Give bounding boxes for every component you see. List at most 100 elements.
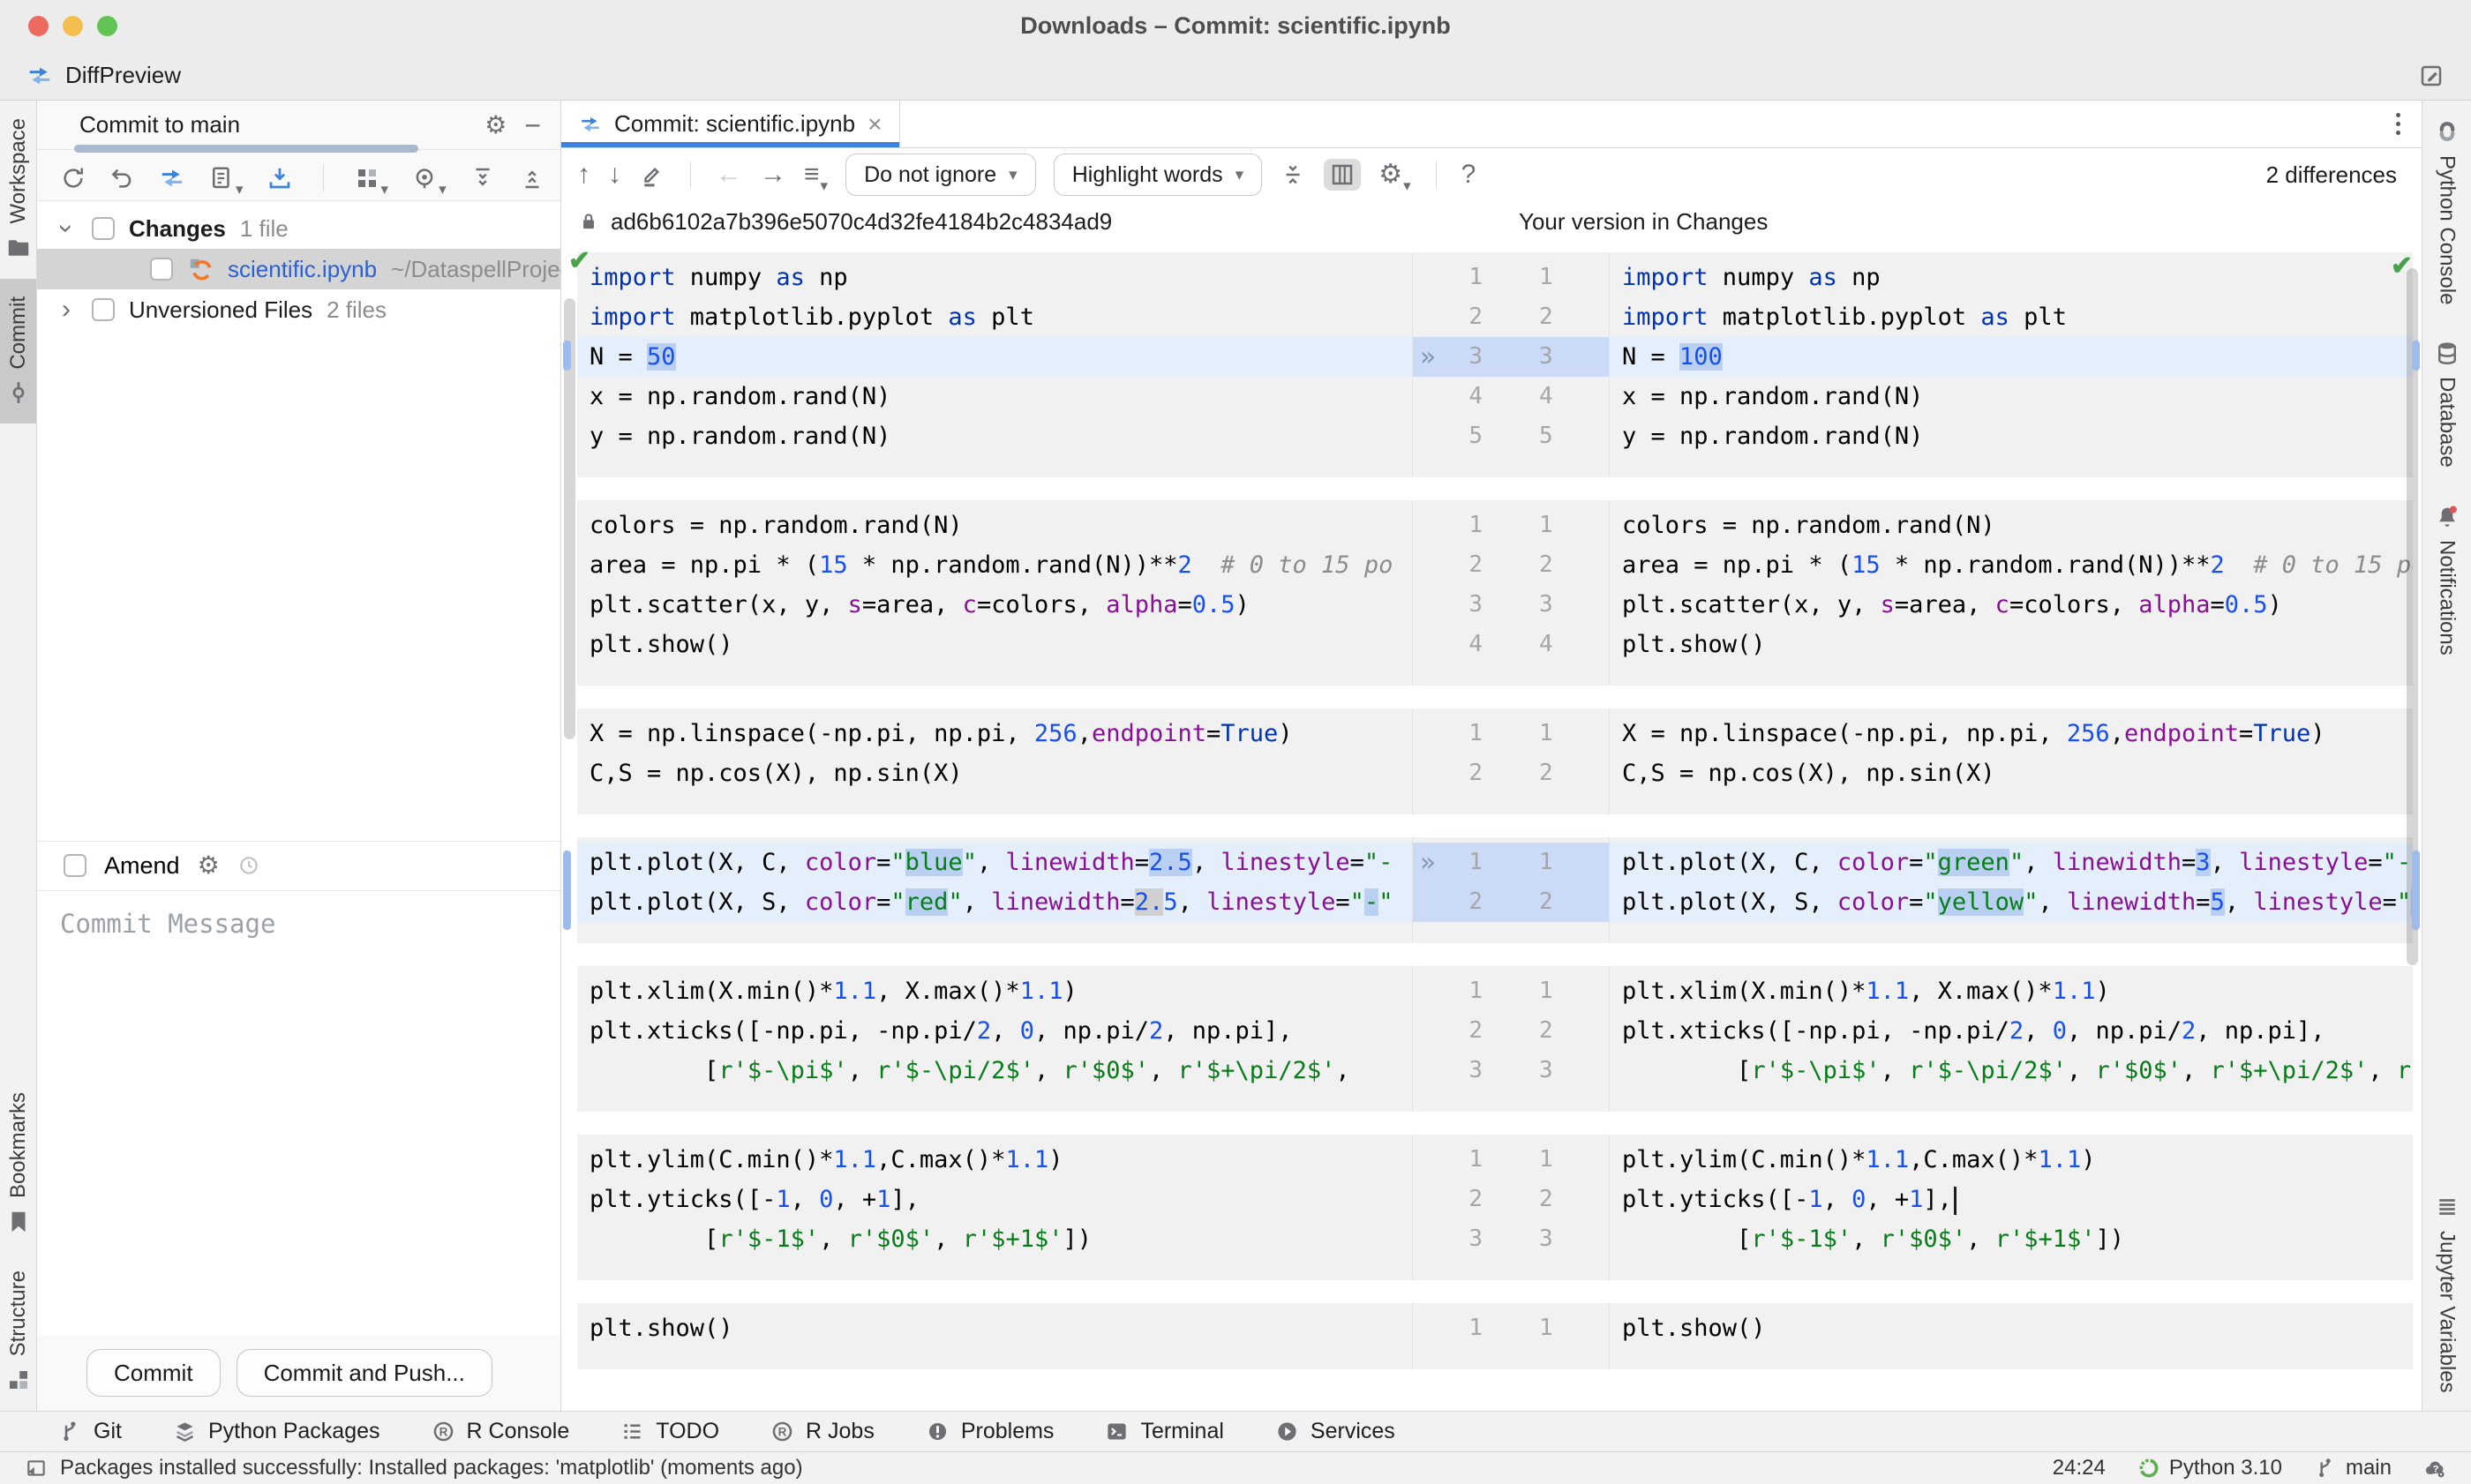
- code-line[interactable]: import matplotlib.pyplot as plt: [1610, 297, 2413, 337]
- edit-window-icon[interactable]: [2418, 63, 2445, 89]
- unversioned-checkbox[interactable]: [92, 298, 115, 321]
- rollback-icon[interactable]: [109, 165, 136, 191]
- minimize-window-button[interactable]: [63, 16, 83, 36]
- tool-tab-workspace[interactable]: Workspace: [0, 101, 36, 279]
- tool-tab-notifications[interactable]: Notifications: [2422, 485, 2471, 673]
- code-line[interactable]: [r'$-1$', r'$0$', r'$+1$']): [1610, 1219, 2413, 1259]
- diff-editor[interactable]: ✔ ✔ import numpy as np import matplotlib.…: [561, 242, 2422, 1411]
- help-icon[interactable]: ?: [1461, 161, 1476, 188]
- code-line[interactable]: plt.show(): [577, 625, 1412, 664]
- tool-window-button-r-console[interactable]: R Console: [432, 1419, 569, 1444]
- tool-tab-structure[interactable]: Structure: [0, 1253, 36, 1411]
- code-line[interactable]: import numpy as np: [1610, 258, 2413, 297]
- chevron-down-icon[interactable]: ›: [51, 217, 81, 240]
- code-line[interactable]: plt.yticks([-1, 0, +1],: [1610, 1180, 2413, 1219]
- code-line[interactable]: plt.scatter(x, y, s=area, c=colors, alph…: [1610, 585, 2413, 625]
- edit-source-icon[interactable]: [639, 161, 665, 188]
- git-branch-widget[interactable]: main: [2314, 1456, 2392, 1480]
- close-tab-icon[interactable]: ×: [867, 110, 882, 139]
- code-line[interactable]: plt.show(): [577, 1308, 1412, 1348]
- chevron-right-icon[interactable]: ›: [55, 295, 78, 325]
- code-line[interactable]: plt.xticks([-np.pi, -np.pi/2, 0, np.pi/2…: [1610, 1011, 2413, 1051]
- interpreter-widget[interactable]: Python 3.10: [2137, 1456, 2282, 1480]
- next-difference-icon[interactable]: ↓: [608, 161, 621, 188]
- code-line[interactable]: x = np.random.rand(N): [577, 377, 1412, 416]
- code-line[interactable]: plt.show(): [1610, 1308, 2413, 1348]
- tool-tab-commit[interactable]: Commit: [0, 278, 36, 424]
- diff-preview-icon[interactable]: [159, 165, 185, 191]
- amend-checkbox[interactable]: [64, 854, 86, 878]
- commit-settings-gear-icon[interactable]: ⚙: [198, 853, 220, 878]
- code-line[interactable]: import numpy as np: [577, 258, 1412, 297]
- code-line[interactable]: x = np.random.rand(N): [1610, 377, 2413, 416]
- tool-tab-python-console[interactable]: Python Console: [2422, 101, 2471, 322]
- tool-window-button-r-jobs[interactable]: R Jobs: [770, 1419, 875, 1444]
- changelist-icon[interactable]: ▾: [208, 165, 244, 197]
- zoom-window-button[interactable]: [97, 16, 117, 36]
- compare-menu-icon[interactable]: ≡ ▾: [804, 161, 828, 194]
- collapse-all-icon[interactable]: [519, 165, 545, 191]
- code-line[interactable]: y = np.random.rand(N): [1610, 416, 2413, 456]
- tab-options-kebab-icon[interactable]: [2375, 101, 2422, 147]
- code-line[interactable]: X = np.linspace(-np.pi, np.pi, 256,endpo…: [577, 714, 1412, 753]
- code-line[interactable]: y = np.random.rand(N): [577, 416, 1412, 456]
- commit-button[interactable]: Commit: [86, 1349, 221, 1397]
- code-line[interactable]: plt.ylim(C.min()*1.1,C.max()*1.1): [1610, 1140, 2413, 1180]
- changes-checkbox[interactable]: [92, 217, 115, 240]
- code-line[interactable]: plt.xlim(X.min()*1.1, X.max()*1.1): [1610, 971, 2413, 1011]
- changed-line-chevron-icon[interactable]: »: [1420, 843, 1435, 882]
- expand-all-icon[interactable]: [469, 165, 496, 191]
- code-line[interactable]: import matplotlib.pyplot as plt: [577, 297, 1412, 337]
- changed-line-chevron-icon[interactable]: »: [1420, 337, 1435, 377]
- commit-options-gear-icon[interactable]: ⚙: [484, 112, 507, 138]
- hide-panel-icon[interactable]: −: [524, 111, 541, 139]
- code-line[interactable]: C,S = np.cos(X), np.sin(X): [577, 753, 1412, 793]
- previous-difference-icon[interactable]: ↑: [577, 161, 590, 188]
- code-line[interactable]: area = np.pi * (15 * np.random.rand(N))*…: [577, 545, 1412, 585]
- ignore-policy-dropdown[interactable]: Do not ignore ▾: [845, 154, 1036, 196]
- code-line[interactable]: plt.xlim(X.min()*1.1, X.max()*1.1): [577, 971, 1412, 1011]
- code-line[interactable]: plt.plot(X, S, color="red", linewidth=2.…: [577, 882, 1412, 922]
- tool-window-button-services[interactable]: Services: [1275, 1419, 1395, 1444]
- code-line[interactable]: plt.xticks([-np.pi, -np.pi/2, 0, np.pi/2…: [577, 1011, 1412, 1051]
- changes-group-row[interactable]: › Changes 1 file: [37, 208, 560, 249]
- synchronize-columns-icon[interactable]: [1324, 159, 1362, 191]
- close-window-button[interactable]: [28, 16, 49, 36]
- tool-window-button-todo[interactable]: TODO: [620, 1419, 719, 1444]
- tool-tab-bookmarks[interactable]: Bookmarks: [0, 1075, 36, 1253]
- back-icon[interactable]: ←: [716, 161, 742, 188]
- code-line[interactable]: plt.show(): [1610, 625, 2413, 664]
- code-line[interactable]: C,S = np.cos(X), np.sin(X): [1610, 753, 2413, 793]
- locate-icon[interactable]: ▾: [411, 165, 447, 197]
- code-line[interactable]: X = np.linspace(-np.pi, np.pi, 256,endpo…: [1610, 714, 2413, 753]
- tab-commit-scientific-ipynb[interactable]: Commit: scientific.ipynb ×: [561, 101, 901, 147]
- code-line[interactable]: N = 100: [1610, 337, 2413, 377]
- group-by-icon[interactable]: ▾: [354, 165, 388, 197]
- refresh-icon[interactable]: [60, 165, 86, 191]
- forward-icon[interactable]: →: [760, 161, 786, 188]
- code-line[interactable]: [r'$-\pi$', r'$-\pi/2$', r'$0$', r'$+\pi…: [577, 1051, 1412, 1091]
- tool-window-button-python-packages[interactable]: Python Packages: [173, 1419, 380, 1444]
- code-line[interactable]: colors = np.random.rand(N): [577, 506, 1412, 545]
- code-line[interactable]: plt.ylim(C.min()*1.1,C.max()*1.1): [577, 1140, 1412, 1180]
- shelve-icon[interactable]: [267, 165, 293, 191]
- code-line[interactable]: plt.plot(X, C, color="blue", linewidth=2…: [577, 843, 1412, 882]
- commit-and-push-button[interactable]: Commit and Push...: [236, 1349, 492, 1397]
- code-line[interactable]: plt.plot(X, S, color="yellow", linewidth…: [1610, 882, 2413, 922]
- tool-window-button-git[interactable]: Git: [58, 1419, 122, 1444]
- code-line[interactable]: plt.plot(X, C, color="green", linewidth=…: [1610, 843, 2413, 882]
- code-line[interactable]: plt.scatter(x, y, s=area, c=colors, alph…: [577, 585, 1412, 625]
- caret-position-widget[interactable]: 24:24: [2053, 1456, 2106, 1480]
- code-line[interactable]: plt.yticks([-1, 0, +1],: [577, 1180, 1412, 1219]
- file-checkbox[interactable]: [150, 258, 173, 281]
- code-line[interactable]: [r'$-1$', r'$0$', r'$+1$']): [577, 1219, 1412, 1259]
- unversioned-group-row[interactable]: › Unversioned Files 2 files: [37, 289, 560, 330]
- collapse-unchanged-icon[interactable]: [1280, 161, 1306, 188]
- code-line[interactable]: colors = np.random.rand(N): [1610, 506, 2413, 545]
- commit-message-input[interactable]: Commit Message: [37, 889, 560, 1335]
- code-line[interactable]: area = np.pi * (15 * np.random.rand(N))*…: [1610, 545, 2413, 585]
- code-line[interactable]: [r'$-\pi$', r'$-\pi/2$', r'$0$', r'$+\pi…: [1610, 1051, 2413, 1091]
- changed-file-row[interactable]: scientific.ipynb ~/DataspellProjects: [37, 249, 590, 289]
- tool-tab-jupyter-variables[interactable]: Jupyter Variables: [2422, 1176, 2471, 1411]
- commit-history-clock-icon[interactable]: [237, 854, 260, 877]
